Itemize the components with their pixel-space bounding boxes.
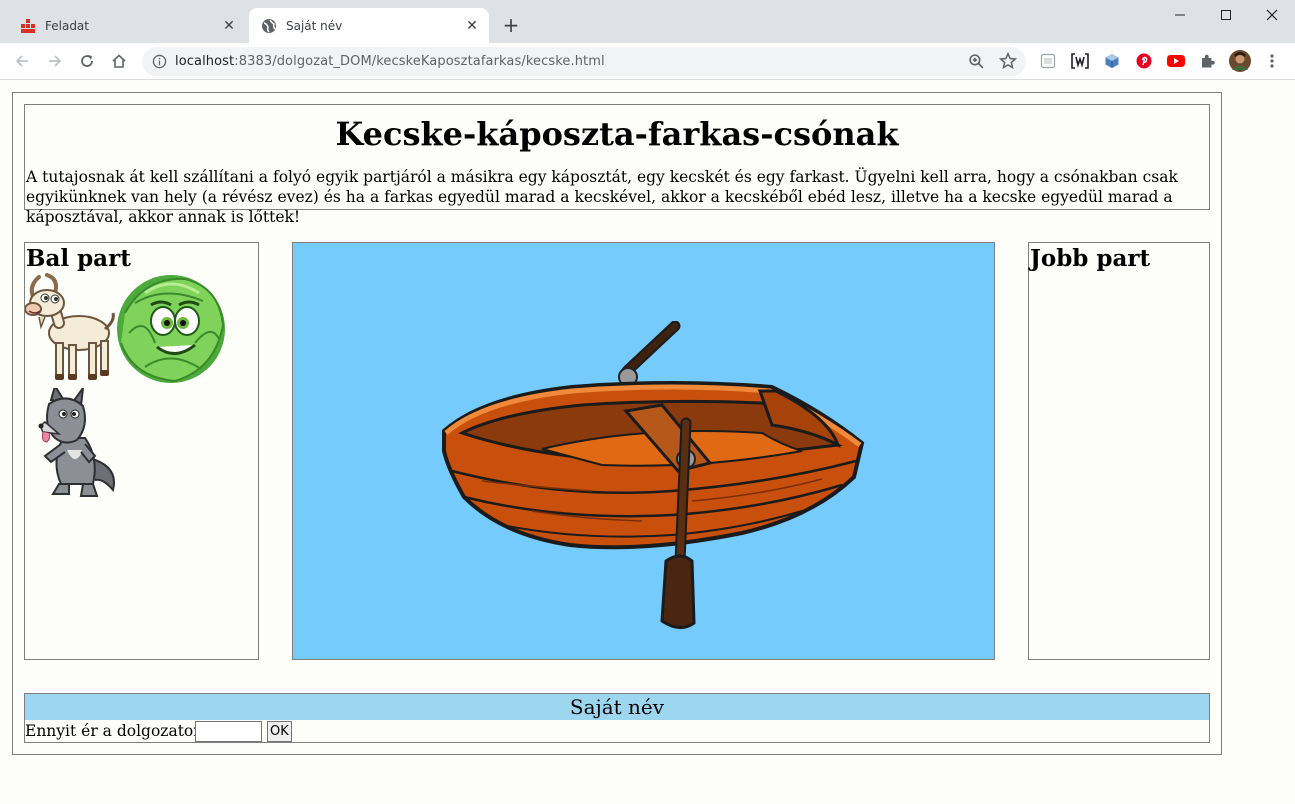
close-icon[interactable]: ✕ <box>463 17 481 35</box>
footer-box: Saját név Ennyit ér a dolgozatom OK <box>24 693 1210 743</box>
extension-cube-icon[interactable] <box>1103 52 1121 70</box>
ok-button[interactable]: OK <box>267 721 292 742</box>
minimize-icon[interactable] <box>1157 0 1203 30</box>
boat-icon[interactable] <box>442 321 866 633</box>
right-bank[interactable]: Jobb part <box>1028 242 1210 660</box>
grid-favicon-icon <box>20 18 36 34</box>
youtube-icon[interactable] <box>1167 52 1185 70</box>
cabbage-icon[interactable] <box>115 273 227 385</box>
back-arrow-icon[interactable] <box>10 49 34 73</box>
grade-label: Ennyit ér a dolgozatom <box>25 722 208 740</box>
goat-icon[interactable] <box>25 273 117 385</box>
zoom-icon[interactable] <box>968 53 985 70</box>
grade-input[interactable] <box>195 721 262 742</box>
globe-icon <box>261 18 277 34</box>
pinterest-icon[interactable] <box>1135 52 1153 70</box>
extension-wappalyzer-icon[interactable] <box>1071 52 1089 70</box>
bookmark-star-icon[interactable] <box>999 52 1017 70</box>
address-bar[interactable]: localhost:8383/dolgozat_DOM/kecskeKaposz… <box>142 47 1026 76</box>
browser-toolbar: localhost:8383/dolgozat_DOM/kecskeKaposz… <box>0 43 1295 80</box>
wolf-icon[interactable] <box>37 388 119 500</box>
close-icon[interactable]: ✕ <box>220 17 238 35</box>
forward-arrow-icon[interactable] <box>43 49 67 73</box>
header-box: Kecske-káposzta-farkas-csónak A tutajosn… <box>24 104 1210 226</box>
tab-feladat[interactable]: Feladat ✕ <box>8 8 246 43</box>
tab-sajat-nev[interactable]: Saját név ✕ <box>249 8 489 43</box>
home-icon[interactable] <box>107 49 131 73</box>
left-bank-heading: Bal part <box>26 245 131 272</box>
close-window-icon[interactable] <box>1249 0 1295 30</box>
tab-title: Feladat <box>45 18 89 33</box>
extension-reader-icon[interactable] <box>1039 52 1057 70</box>
maximize-icon[interactable] <box>1203 0 1249 30</box>
task-description: A tutajosnak át kell szállítani a folyó … <box>26 168 1178 226</box>
browser-tab-strip: Feladat ✕ Saját név ✕ + <box>0 0 1295 43</box>
student-name-bar: Saját név <box>25 694 1209 720</box>
extensions-puzzle-icon[interactable] <box>1199 52 1217 70</box>
page-title: Kecske-káposzta-farkas-csónak <box>335 115 899 153</box>
left-bank[interactable]: Bal part <box>24 242 259 660</box>
avatar[interactable] <box>1229 50 1251 72</box>
new-tab-plus-icon[interactable]: + <box>500 14 522 36</box>
menu-kebab-icon[interactable] <box>1263 52 1281 70</box>
tab-title: Saját név <box>286 18 343 33</box>
river-area[interactable] <box>292 242 995 660</box>
url-text: localhost:8383/dolgozat_DOM/kecskeKaposz… <box>175 54 605 69</box>
reload-icon[interactable] <box>75 49 99 73</box>
right-bank-heading: Jobb part <box>1030 245 1151 272</box>
page-container: Kecske-káposzta-farkas-csónak A tutajosn… <box>12 92 1222 755</box>
info-icon[interactable] <box>152 54 167 69</box>
